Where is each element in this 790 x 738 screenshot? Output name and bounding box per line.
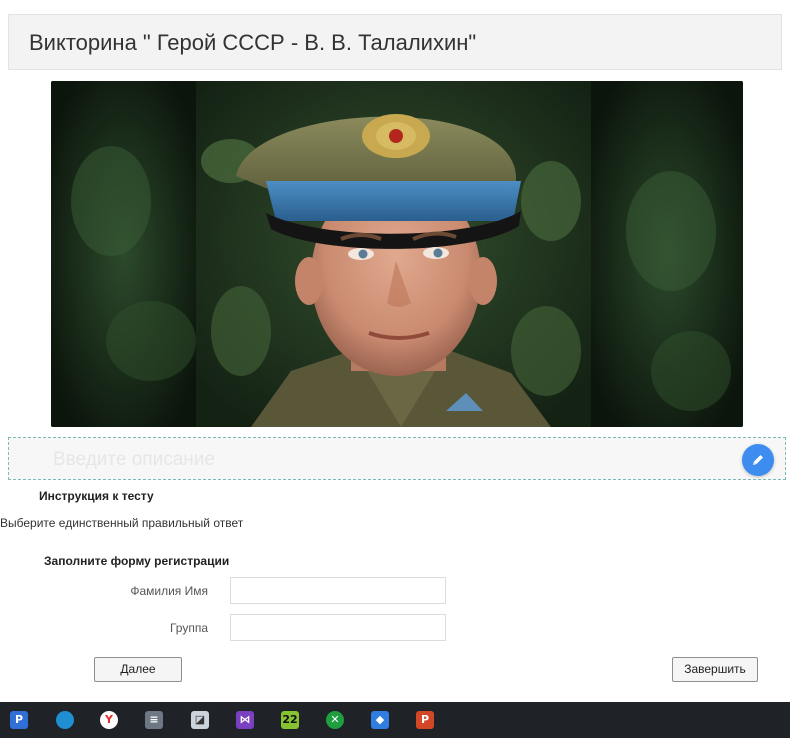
taskbar: P Y ≡ ◪ ⋈ 22 ✕ ◆ P (0, 702, 790, 738)
security-shield-icon[interactable]: ◆ (371, 711, 389, 729)
quiz-title: Викторина " Герой СССР - В. В. Талалихин… (29, 30, 477, 55)
quiz-header: Викторина " Герой СССР - В. В. Талалихин… (8, 14, 782, 70)
hero-portrait-image (51, 81, 743, 427)
calculator-icon[interactable]: ≡ (145, 711, 163, 729)
parsec-icon[interactable]: P (10, 711, 28, 729)
yandex-browser-icon[interactable]: Y (100, 711, 118, 729)
calendar-icon[interactable]: 22 (281, 711, 299, 729)
description-bar (8, 437, 786, 480)
edge-icon[interactable] (56, 711, 74, 729)
registration-title: Заполните форму регистрации (44, 554, 230, 568)
xbox-icon[interactable]: ✕ (326, 711, 344, 729)
pencil-icon (753, 455, 763, 465)
name-field[interactable] (230, 577, 446, 604)
instructions-text: Выберите единственный правильный ответ (0, 516, 244, 530)
edit-description-button[interactable] (742, 444, 774, 476)
next-button[interactable]: Далее (94, 657, 182, 682)
quiz-page: Викторина " Герой СССР - В. В. Талалихин… (0, 0, 790, 702)
finish-button[interactable]: Завершить (672, 657, 758, 682)
instructions-title: Инструкция к тесту (39, 489, 154, 503)
powerpoint-icon[interactable]: P (416, 711, 434, 729)
group-field-label: Группа (169, 621, 208, 635)
description-input[interactable] (53, 447, 693, 473)
name-field-label: Фамилия Имя (130, 584, 208, 598)
visual-studio-icon[interactable]: ⋈ (236, 711, 254, 729)
group-field[interactable] (230, 614, 446, 641)
photo-app-icon[interactable]: ◪ (191, 711, 209, 729)
